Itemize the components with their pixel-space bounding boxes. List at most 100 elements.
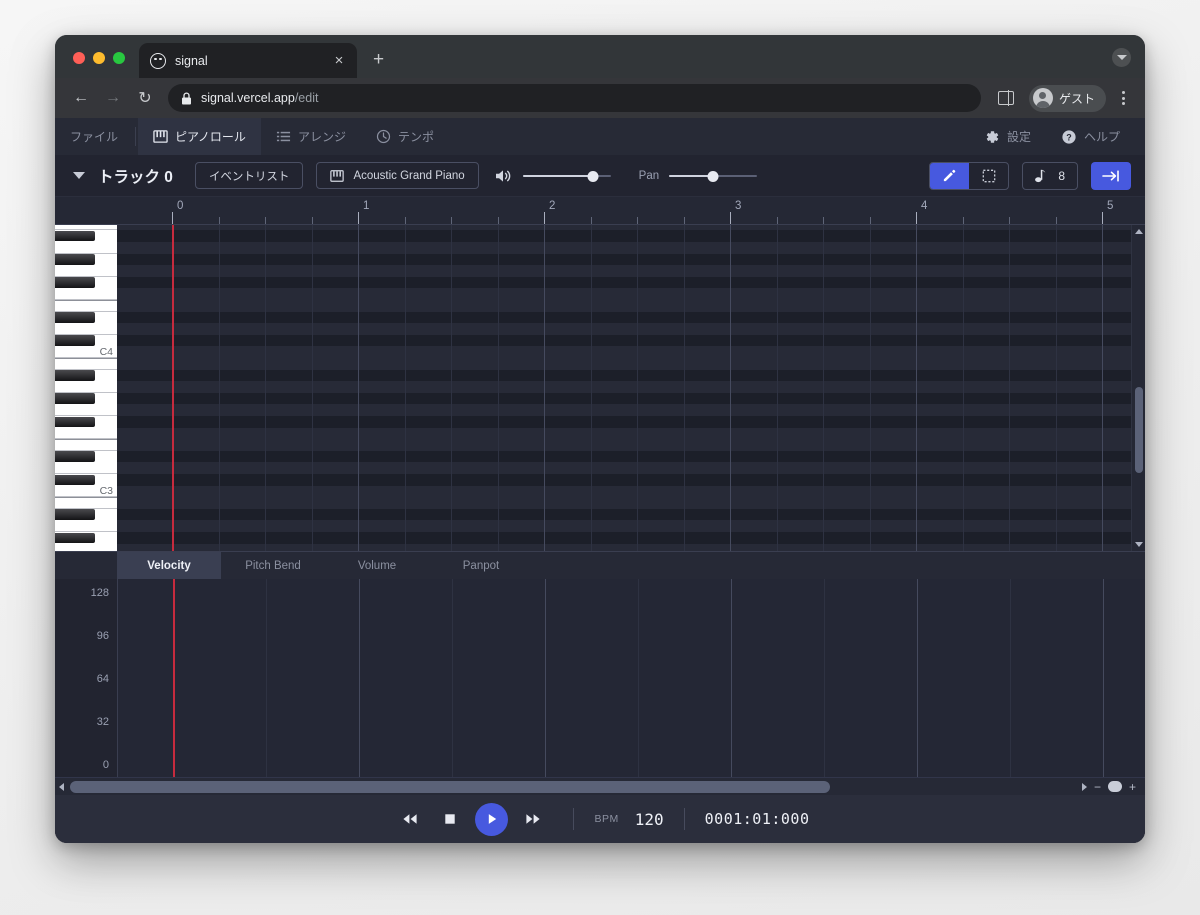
piano-keyboard[interactable]: C5C4C3 <box>55 225 117 551</box>
zoom-slider[interactable] <box>1107 781 1122 792</box>
pencil-tool-button[interactable] <box>930 162 970 189</box>
forward-icon[interactable]: → <box>98 83 128 113</box>
back-icon[interactable]: ← <box>66 83 96 113</box>
horizontal-scroll-thumb[interactable] <box>70 780 830 793</box>
piano-black-key[interactable] <box>55 230 95 242</box>
chevron-down-icon[interactable] <box>1112 48 1131 67</box>
profile-button[interactable]: ゲスト <box>1028 84 1106 112</box>
piano-black-key[interactable] <box>55 335 95 346</box>
reload-icon[interactable]: ↻ <box>130 83 160 113</box>
piano-black-key[interactable] <box>55 254 95 265</box>
pan-slider[interactable] <box>669 168 758 184</box>
ruler-bar-tick <box>730 212 731 224</box>
selection-tool-button[interactable] <box>969 163 1008 189</box>
chevron-down-icon[interactable] <box>73 172 85 179</box>
tab-velocity[interactable]: Velocity <box>117 552 221 579</box>
auto-scroll-button[interactable] <box>1091 161 1131 190</box>
piano-white-key[interactable] <box>55 242 117 254</box>
piano-black-key[interactable] <box>55 451 95 462</box>
piano-white-key[interactable] <box>55 404 117 416</box>
play-button[interactable] <box>475 802 509 836</box>
minimize-window-button[interactable] <box>93 52 105 64</box>
instrument-button[interactable]: Acoustic Grand Piano <box>316 162 479 189</box>
horizontal-scrollbar[interactable]: − + <box>55 777 1145 795</box>
piano-black-key[interactable] <box>55 532 95 544</box>
settings-button[interactable]: 設定 <box>969 118 1046 155</box>
maximize-window-button[interactable] <box>113 52 125 64</box>
piano-white-key[interactable] <box>55 225 117 231</box>
browser-menu-icon[interactable] <box>1112 91 1134 105</box>
piano-white-key[interactable] <box>55 358 117 370</box>
instrument-label: Acoustic Grand Piano <box>353 169 465 182</box>
event-list-button[interactable]: イベントリスト <box>194 162 304 189</box>
close-icon[interactable]: × <box>330 53 348 68</box>
piano-white-key[interactable] <box>55 485 117 498</box>
stop-button[interactable] <box>430 804 470 834</box>
grid-line-beat <box>452 579 453 777</box>
piano-black-key[interactable] <box>55 474 95 486</box>
close-window-button[interactable] <box>73 52 85 64</box>
piano-black-key[interactable] <box>55 370 95 381</box>
bpm-value[interactable]: 120 <box>635 810 664 829</box>
tab-panpot[interactable]: Panpot <box>429 552 533 579</box>
piano-white-key[interactable] <box>55 520 117 532</box>
scroll-right-icon[interactable] <box>1078 782 1091 791</box>
help-button[interactable]: ? ヘルプ <box>1046 118 1135 155</box>
zoom-in-button[interactable]: + <box>1129 781 1136 793</box>
piano-white-key[interactable] <box>55 300 117 312</box>
tab-pitch-bend[interactable]: Pitch Bend <box>221 552 325 579</box>
zoom-out-button[interactable]: − <box>1094 781 1101 793</box>
piano-black-key[interactable] <box>55 277 95 288</box>
speaker-icon[interactable] <box>495 168 513 184</box>
piano-white-key[interactable] <box>55 288 117 300</box>
gear-icon <box>986 130 999 143</box>
fast-forward-button[interactable] <box>513 804 553 834</box>
velocity-axis-tick: 64 <box>96 673 109 685</box>
browser-tab[interactable]: signal × <box>139 43 357 78</box>
piano-white-key[interactable] <box>55 543 117 551</box>
piano-white-key[interactable] <box>55 462 117 474</box>
piano-white-key[interactable] <box>55 265 117 277</box>
tab-volume[interactable]: Volume <box>325 552 429 579</box>
ruler-bar-number: 2 <box>549 200 556 212</box>
piano-black-key[interactable] <box>55 509 95 520</box>
piano-white-key[interactable] <box>55 346 117 358</box>
piano-white-key[interactable] <box>55 381 117 393</box>
ruler-beat-tick <box>637 217 638 224</box>
scroll-down-icon[interactable] <box>1132 538 1145 551</box>
signal-app: ファイル ピアノロール アレンジ テンポ 設定 ? ヘルプ トラック 0 イベン… <box>55 118 1145 843</box>
vertical-scrollbar[interactable] <box>1131 225 1145 551</box>
tab-tempo[interactable]: テンポ <box>361 118 449 155</box>
piano-black-key[interactable] <box>55 416 95 428</box>
rewind-button[interactable] <box>390 804 430 834</box>
volume-slider[interactable] <box>522 168 611 184</box>
address-bar[interactable]: signal.vercel.app/edit <box>168 84 981 112</box>
tabstrip-overflow[interactable] <box>1112 48 1131 67</box>
piano-black-key[interactable] <box>55 312 95 323</box>
note-grid[interactable] <box>117 225 1131 551</box>
grid-line-bar <box>730 225 731 551</box>
playhead[interactable] <box>172 225 174 551</box>
piano-black-key[interactable] <box>55 393 95 404</box>
vertical-scroll-thumb[interactable] <box>1135 387 1143 473</box>
velocity-grid[interactable] <box>117 579 1145 777</box>
velocity-axis-tick: 128 <box>90 587 109 599</box>
sidebar-item-file[interactable]: ファイル <box>55 118 133 155</box>
piano-white-key[interactable] <box>55 323 117 335</box>
quantize-selector[interactable]: 8 <box>1022 161 1078 190</box>
piano-white-key[interactable] <box>55 439 117 451</box>
piano-white-key[interactable] <box>55 497 117 509</box>
piano-white-key[interactable] <box>55 427 117 440</box>
ruler-ticks[interactable]: 0 1 2 3 4 5 <box>117 197 1131 224</box>
tab-piano-roll[interactable]: ピアノロール <box>138 118 261 155</box>
horizontal-scroll-track[interactable] <box>68 778 1078 796</box>
side-panel-icon[interactable] <box>991 83 1021 113</box>
scroll-up-icon[interactable] <box>1132 225 1145 238</box>
new-tab-button[interactable]: + <box>373 50 384 69</box>
scroll-left-icon[interactable] <box>55 782 68 791</box>
tab-arrange[interactable]: アレンジ <box>261 118 361 155</box>
signal-logo-icon <box>150 52 166 69</box>
bar-ruler[interactable]: 0 1 2 3 4 5 <box>55 197 1145 225</box>
playhead[interactable] <box>173 579 175 777</box>
grid-line-beat <box>1010 579 1011 777</box>
